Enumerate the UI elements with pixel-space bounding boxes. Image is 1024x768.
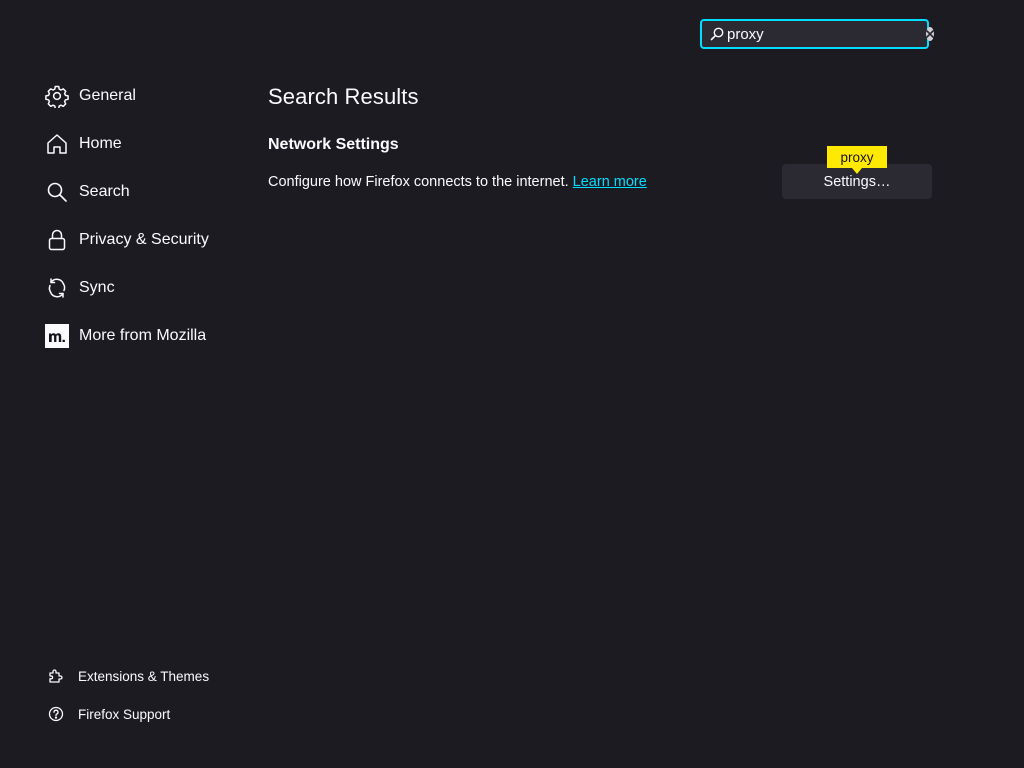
search-input[interactable] bbox=[725, 21, 926, 47]
sidebar-item-home[interactable]: Home bbox=[44, 128, 122, 160]
page-title: Search Results bbox=[268, 84, 419, 109]
clear-search-icon[interactable] bbox=[926, 27, 934, 41]
settings-button-label: Settings… bbox=[823, 173, 891, 190]
sync-icon bbox=[44, 275, 70, 301]
sidebar-item-more-from-mozilla[interactable]: More from Mozilla bbox=[44, 320, 206, 352]
sidebar-link-firefox-support[interactable]: Firefox Support bbox=[46, 702, 170, 726]
search-icon bbox=[709, 23, 725, 45]
sidebar-item-label: Home bbox=[79, 135, 122, 152]
search-field[interactable] bbox=[700, 19, 934, 49]
help-circle-icon bbox=[46, 704, 66, 724]
search-icon bbox=[44, 179, 70, 205]
preferences-page: General Home Search bbox=[0, 0, 1024, 768]
gear-icon bbox=[44, 83, 70, 109]
section-title: Network Settings bbox=[268, 136, 399, 153]
section-description: Configure how Firefox connects to the in… bbox=[268, 174, 647, 190]
sidebar-item-sync[interactable]: Sync bbox=[44, 272, 115, 304]
search-highlight-tooltip: proxy bbox=[827, 146, 887, 174]
sidebar: General Home Search Privacy & Security S… bbox=[0, 0, 240, 768]
learn-more-link[interactable]: Learn more bbox=[573, 174, 647, 190]
sidebar-item-label: Privacy & Security bbox=[79, 231, 209, 248]
sidebar-item-label: Sync bbox=[79, 279, 115, 296]
sidebar-item-label: General bbox=[79, 87, 136, 104]
sidebar-item-label: Search bbox=[79, 183, 130, 200]
sidebar-link-label: Extensions & Themes bbox=[78, 668, 210, 684]
sidebar-item-label: More from Mozilla bbox=[79, 327, 207, 344]
home-icon bbox=[44, 131, 70, 157]
sidebar-item-general[interactable]: General bbox=[44, 80, 136, 112]
sidebar-item-privacy-security[interactable]: Privacy & Security bbox=[44, 224, 209, 256]
mozilla-m-icon bbox=[44, 323, 70, 349]
sidebar-link-label: Firefox Support bbox=[78, 706, 171, 722]
description-text: Configure how Firefox connects to the in… bbox=[268, 174, 569, 190]
sidebar-link-extensions-themes[interactable]: Extensions & Themes bbox=[46, 664, 209, 688]
puzzle-piece-icon bbox=[46, 666, 66, 686]
sidebar-item-search[interactable]: Search bbox=[44, 176, 130, 208]
lock-icon bbox=[44, 227, 70, 253]
